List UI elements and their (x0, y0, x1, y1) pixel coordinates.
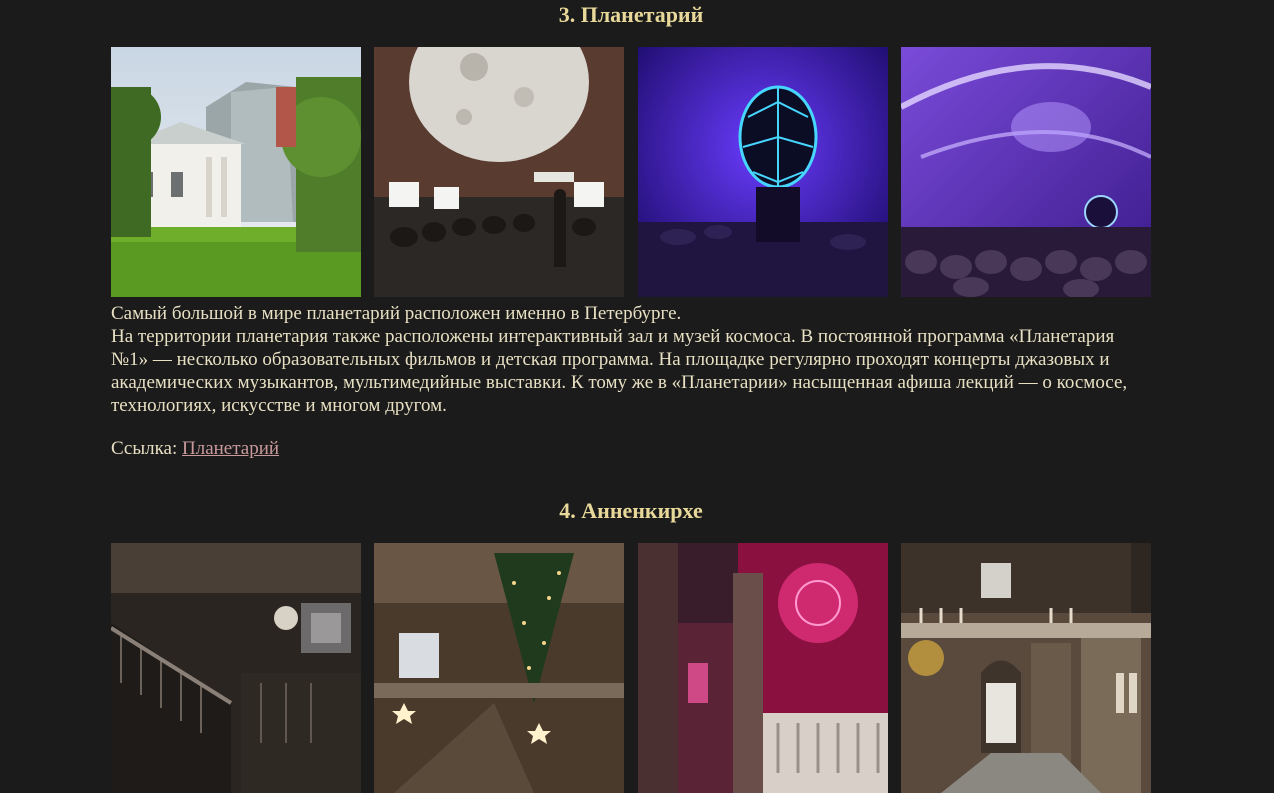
section-title: 3. Планетарий (558, 2, 704, 27)
gallery-photo-ruined-interior[interactable] (901, 543, 1151, 793)
section-description: Самый большой в мире планетарий располож… (111, 302, 1151, 417)
description-line-1: Самый большой в мире планетарий располож… (111, 303, 682, 324)
gallery-photo-staircase-dark[interactable] (111, 543, 361, 793)
section-link-line: Ссылка: Планетарий (111, 437, 279, 460)
section-title: 4. Анненкирхе (559, 498, 703, 523)
link-prefix: Ссылка: (111, 438, 178, 459)
gallery-photo-moon[interactable] (374, 47, 624, 297)
gallery-photo-dome-audience[interactable] (901, 47, 1151, 297)
photo-gallery (111, 47, 1151, 297)
description-line-2: На территории планетария также расположе… (111, 326, 1128, 416)
gallery-photo-hanging-tree[interactable] (374, 543, 624, 793)
gallery-photo-greenhouse[interactable] (111, 47, 361, 297)
gallery-photo-glowing-sphere[interactable] (638, 47, 888, 297)
gallery-photo-pink-hall[interactable] (638, 543, 888, 793)
photo-gallery (111, 543, 1151, 793)
planetarium-link[interactable]: Планетарий (182, 438, 279, 459)
